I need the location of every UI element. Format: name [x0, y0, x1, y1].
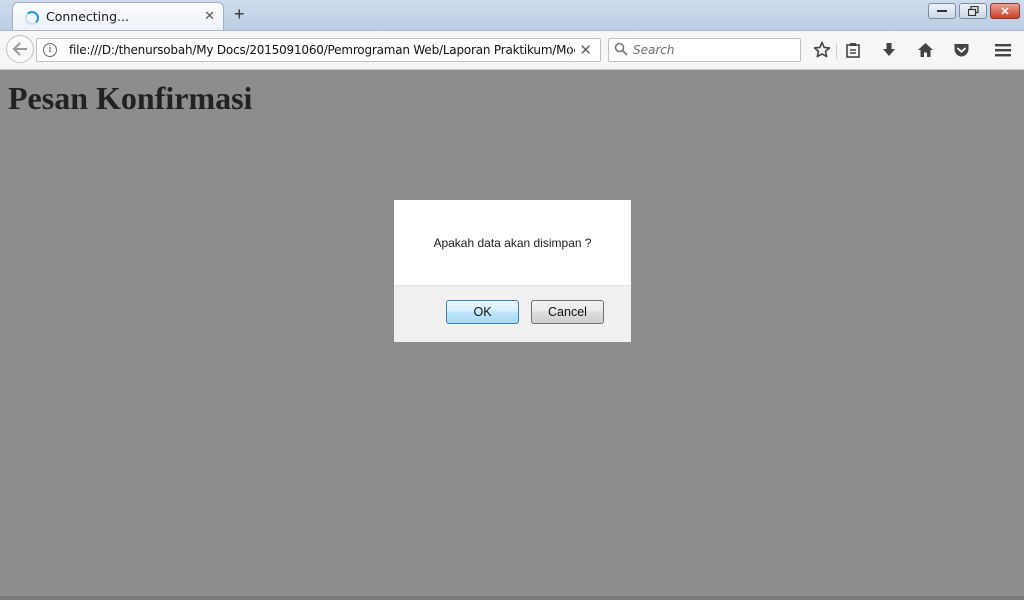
back-arrow-icon [12, 42, 27, 56]
restore-button[interactable] [959, 3, 987, 19]
page-title: Pesan Konfirmasi [8, 80, 253, 116]
dialog-footer: OK Cancel [394, 285, 631, 342]
menu-button[interactable] [993, 40, 1013, 60]
close-window-button[interactable]: ✕ [990, 3, 1020, 19]
pocket-button[interactable] [951, 40, 971, 60]
url-text[interactable]: file:///D:/thenursobah/My Docs/201509106… [69, 43, 575, 57]
title-bar: Connecting... ✕ + ✕ [0, 0, 1024, 31]
hamburger-menu-icon [995, 44, 1011, 57]
downloads-button[interactable] [879, 40, 899, 60]
home-button[interactable] [915, 40, 935, 60]
close-icon: ✕ [1000, 5, 1010, 18]
back-button[interactable] [6, 35, 34, 63]
download-arrow-icon [883, 43, 895, 56]
window-controls: ✕ [928, 3, 1020, 19]
url-divider [569, 42, 570, 58]
url-bar[interactable]: i file:///D:/thenursobah/My Docs/2015091… [36, 38, 601, 62]
confirm-dialog: Apakah data akan disimpan ? OK Cancel [393, 199, 632, 342]
cancel-button[interactable]: Cancel [531, 300, 604, 324]
info-icon[interactable]: i [43, 43, 57, 57]
minimize-icon [937, 10, 947, 12]
restore-icon [967, 6, 979, 16]
ok-button[interactable]: OK [446, 300, 519, 324]
tab-close-icon[interactable]: ✕ [204, 8, 215, 24]
browser-tab[interactable]: Connecting... ✕ [12, 2, 224, 30]
pocket-icon [954, 44, 968, 57]
loading-spinner-icon [25, 11, 39, 25]
navigation-toolbar: i file:///D:/thenursobah/My Docs/2015091… [0, 31, 1024, 70]
minimize-button[interactable] [928, 3, 956, 19]
clipboard-icon [846, 43, 860, 58]
star-icon [813, 41, 831, 58]
toolbar-divider [836, 43, 837, 59]
search-icon [614, 42, 628, 56]
tab-title: Connecting... [46, 9, 129, 24]
reading-list-button[interactable] [843, 40, 863, 60]
dialog-message: Apakah data akan disimpan ? [433, 236, 592, 250]
stop-loading-icon[interactable]: ✕ [579, 41, 592, 59]
new-tab-icon[interactable]: + [234, 4, 245, 24]
home-icon [917, 43, 933, 57]
search-bar[interactable] [608, 38, 801, 62]
taskbar-edge [0, 596, 1024, 600]
search-input[interactable] [633, 41, 793, 59]
bookmark-star-button[interactable] [812, 40, 832, 60]
